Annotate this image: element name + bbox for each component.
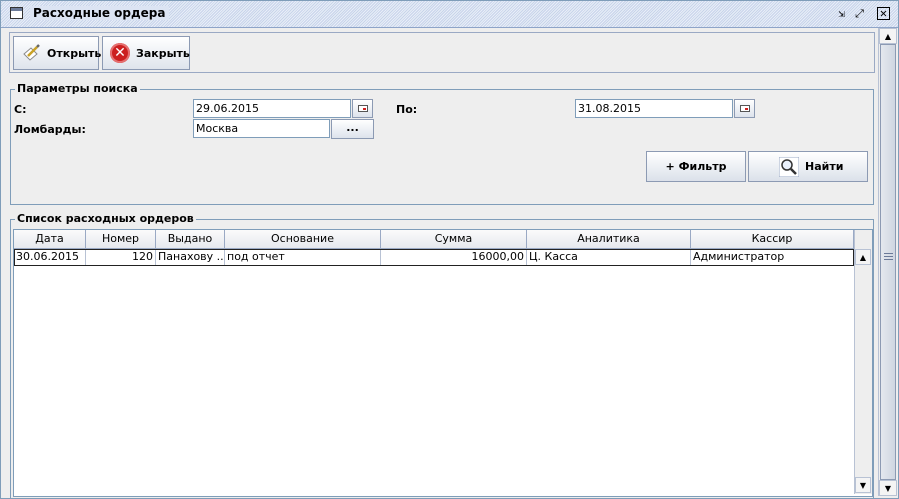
scroll-down-icon[interactable]: ▼ [855, 477, 871, 493]
pencil-page-icon [23, 44, 40, 61]
to-label: По: [396, 103, 418, 116]
column-header-number[interactable]: Номер [86, 230, 156, 249]
cell-amount: 16000,00 [381, 249, 527, 266]
cell-date: 30.06.2015 [14, 249, 86, 266]
from-date-picker-button[interactable] [352, 99, 373, 118]
to-date-picker-button[interactable] [734, 99, 755, 118]
column-header-analytics[interactable]: Аналитика [527, 230, 691, 249]
column-header-issued[interactable]: Выдано [156, 230, 225, 249]
grip-line [884, 253, 893, 254]
scroll-up-icon[interactable]: ▲ [855, 249, 871, 265]
magnifier-icon [779, 157, 799, 177]
pawnshops-label: Ломбарды: [14, 123, 86, 136]
open-button[interactable]: Открыть [13, 36, 102, 70]
pawnshops-browse-button[interactable]: ... [331, 119, 374, 139]
find-button[interactable]: Найти [748, 151, 868, 182]
minimize-icon[interactable]: ⇲ [835, 7, 848, 20]
cell-basis: под отчет [225, 249, 381, 266]
maximize-icon[interactable]: ⤢ [853, 7, 866, 20]
close-label: Закрыть [136, 47, 190, 60]
title-bar[interactable]: Расходные ордера ⇲ ⤢ ✕ [1, 1, 898, 28]
close-window-icon[interactable]: ✕ [877, 7, 890, 20]
search-parameters-legend: Параметры поиска [15, 82, 140, 95]
pawnshops-field[interactable]: Москва [193, 119, 330, 138]
from-date-field[interactable]: 29.06.2015 [193, 99, 351, 118]
calendar-icon [740, 105, 750, 112]
from-label: С: [14, 103, 27, 116]
grip-line [884, 256, 893, 257]
orders-table[interactable]: Дата Номер Выдано Основание Сумма Аналит… [13, 229, 873, 497]
cell-cashier: Администратор [691, 249, 854, 266]
column-header-basis[interactable]: Основание [225, 230, 381, 249]
column-header-cashier[interactable]: Кассир [691, 230, 854, 249]
internal-frame: Расходные ордера ⇲ ⤢ ✕ Открыть ✕ Закрыть… [0, 0, 899, 499]
open-label: Открыть [47, 47, 102, 60]
red-x-icon: ✕ [110, 43, 130, 63]
column-header-amount[interactable]: Сумма [381, 230, 527, 249]
window-title: Расходные ордера [30, 6, 169, 20]
cell-issued: Панахову ... [156, 249, 225, 266]
grip-line [884, 259, 893, 260]
calendar-icon [358, 105, 368, 112]
window-scrollbar[interactable]: ▲ ▼ [878, 28, 898, 496]
window-icon [10, 7, 23, 19]
filter-button[interactable]: + Фильтр [646, 151, 746, 182]
cell-analytics: Ц. Касса [527, 249, 691, 266]
table-header: Дата Номер Выдано Основание Сумма Аналит… [14, 230, 854, 249]
close-button[interactable]: ✕ Закрыть [102, 36, 190, 70]
toolbar: Открыть ✕ Закрыть [9, 32, 875, 73]
table-scrollbar[interactable]: ▲ ▼ [854, 230, 872, 494]
column-header-date[interactable]: Дата [14, 230, 86, 249]
window-scroll-thumb[interactable] [880, 44, 896, 480]
window-scroll-down-icon[interactable]: ▼ [879, 480, 897, 496]
orders-legend: Список расходных ордеров [15, 212, 196, 225]
to-date-field[interactable]: 31.08.2015 [575, 99, 733, 118]
cell-number: 120 [86, 249, 156, 266]
find-label: Найти [805, 160, 844, 173]
window-scroll-up-icon[interactable]: ▲ [879, 28, 897, 44]
